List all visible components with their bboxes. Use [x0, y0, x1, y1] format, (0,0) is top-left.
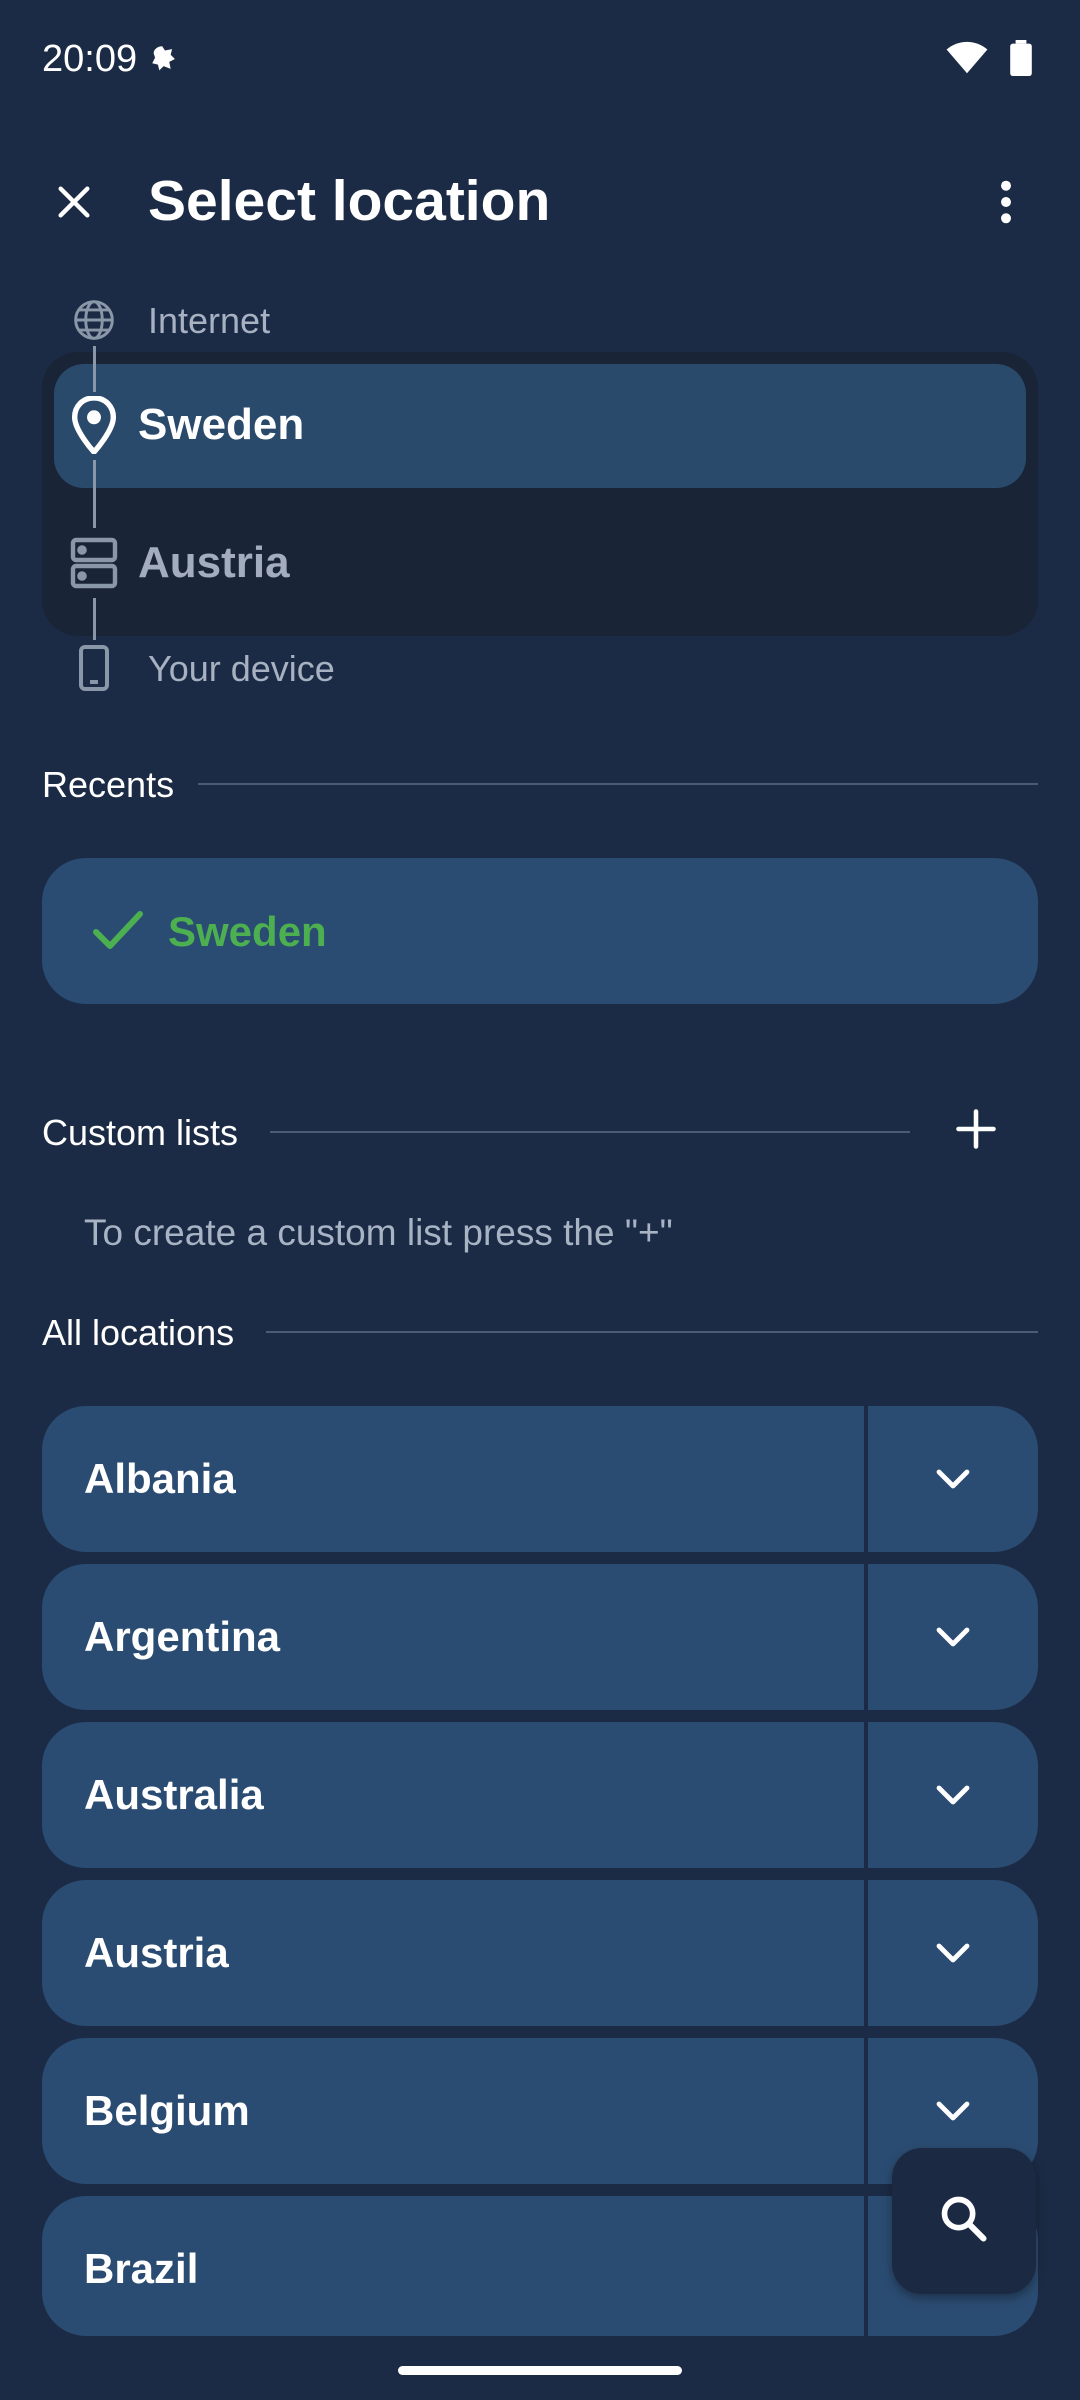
location-row[interactable]: Argentina: [42, 1564, 1038, 1710]
all-locations-divider: [266, 1331, 1038, 1333]
globe-icon: [72, 298, 116, 347]
location-row[interactable]: Australia: [42, 1722, 1038, 1868]
recent-item[interactable]: Sweden: [42, 858, 1038, 1004]
status-icons: [946, 40, 1032, 81]
notification-icon: [148, 42, 182, 81]
add-custom-list-button[interactable]: [936, 1096, 1016, 1166]
custom-lists-section-title: Custom lists: [42, 1112, 239, 1153]
recents-section-title: Recents: [42, 764, 175, 805]
hop-entry-label: Sweden: [138, 400, 305, 449]
recents-divider: [198, 783, 1038, 785]
hop-device-label: Your device: [148, 648, 335, 689]
chevron-down-icon: [936, 2101, 970, 2121]
chevron-down-icon: [936, 1785, 970, 1805]
search-icon: [938, 2193, 990, 2250]
hop-exit-label: Austria: [138, 538, 290, 587]
hop-connector: [93, 346, 96, 392]
expand-button[interactable]: [868, 1406, 1038, 1552]
hop-internet-label: Internet: [148, 300, 271, 341]
chevron-down-icon: [936, 1943, 970, 1963]
location-name: Austria: [84, 1929, 229, 1976]
custom-lists-hint: To create a custom list press the "+": [84, 1212, 673, 1253]
location-name: Argentina: [84, 1613, 281, 1660]
location-row[interactable]: Albania: [42, 1406, 1038, 1552]
chevron-down-icon: [936, 1469, 970, 1489]
location-row[interactable]: Austria: [42, 1880, 1038, 2026]
home-indicator[interactable]: [398, 2366, 682, 2375]
phone-icon: [78, 644, 110, 697]
hop-connector: [93, 598, 96, 640]
close-button[interactable]: [38, 168, 110, 240]
location-row[interactable]: Brazil: [42, 2196, 1038, 2336]
expand-button[interactable]: [868, 1722, 1038, 1868]
location-name: Brazil: [84, 2245, 199, 2292]
wifi-icon: [946, 41, 988, 80]
chevron-down-icon: [936, 1627, 970, 1647]
location-pin-icon: [70, 395, 118, 459]
status-time: 20:09: [42, 38, 138, 80]
more-vert-icon: [998, 179, 1014, 230]
location-name: Albania: [84, 1455, 236, 1502]
more-options-button[interactable]: [970, 168, 1042, 240]
close-icon: [54, 182, 94, 227]
all-locations-section-title: All locations: [42, 1312, 235, 1353]
custom-lists-divider: [270, 1131, 910, 1133]
location-name: Belgium: [84, 2087, 250, 2134]
expand-button[interactable]: [868, 1564, 1038, 1710]
hop-connector: [93, 460, 96, 528]
server-icon: [70, 536, 118, 595]
page-title: Select location: [148, 169, 551, 233]
add-icon: [955, 1108, 997, 1155]
location-row[interactable]: Belgium: [42, 2038, 1038, 2184]
check-icon: [92, 908, 144, 957]
location-name: Australia: [84, 1771, 264, 1818]
battery-icon: [1010, 40, 1032, 81]
recent-item-label: Sweden: [168, 908, 327, 955]
search-button[interactable]: [892, 2148, 1036, 2294]
expand-button[interactable]: [868, 1880, 1038, 2026]
